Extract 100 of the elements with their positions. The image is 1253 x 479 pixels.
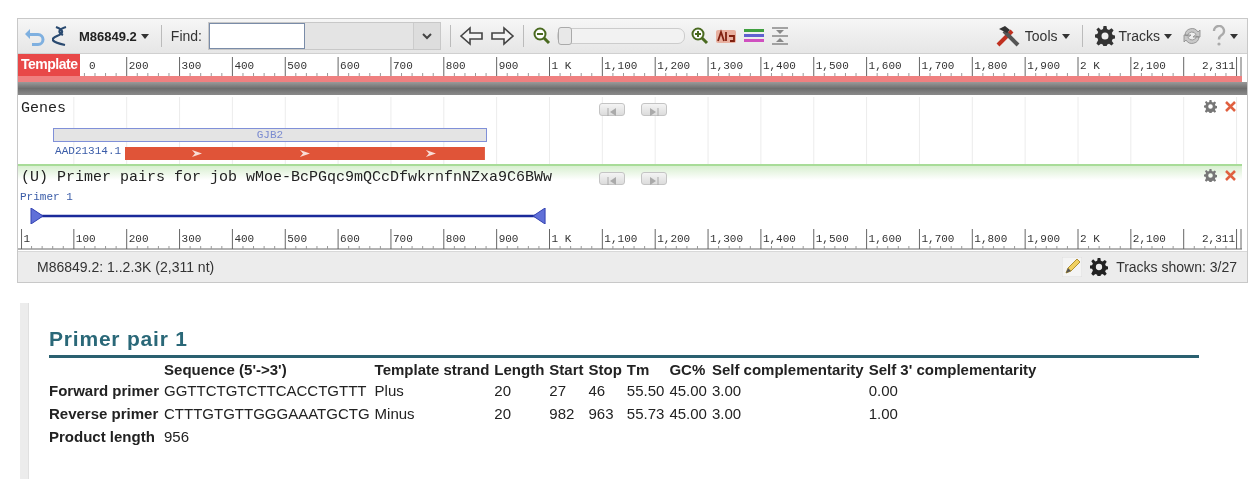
ruler-label: 1,100 — [604, 233, 638, 245]
next-icon — [649, 108, 659, 116]
ruler-label: 900 — [498, 60, 519, 72]
ruler-label: 800 — [445, 60, 466, 72]
table-cell-text: 0.00 — [868, 381, 899, 401]
ruler-label: 1,300 — [710, 60, 744, 72]
pencil-icon[interactable] — [1062, 257, 1083, 277]
previous-icon — [607, 177, 617, 185]
table-cell: GGTTCTGTCTTCACCTGTTT — [164, 379, 375, 402]
table-cell: 27 — [549, 379, 589, 402]
row-label: Forward primer — [49, 379, 165, 402]
column-header: Self 3' complementarity — [868, 360, 1038, 379]
zoom-out-icon[interactable] — [532, 27, 551, 45]
help-icon — [1212, 25, 1226, 47]
row-label: Reverse primer — [49, 402, 165, 425]
feature-label: AAD21314.1 — [55, 145, 122, 157]
ruler-label: 600 — [340, 60, 360, 72]
ruler-label: 1 K — [551, 233, 572, 245]
ruler-label: 500 — [287, 60, 308, 72]
forward-arrow-icon[interactable] — [489, 26, 514, 46]
column-header: Template strand — [374, 360, 491, 379]
zoom-in-icon[interactable] — [690, 27, 709, 45]
ruler-label: 800 — [445, 233, 466, 245]
table-cell: 982 — [549, 402, 589, 425]
ruler-label: 1,500 — [815, 233, 849, 245]
ruler-label: 1,400 — [762, 233, 796, 245]
ruler-label: 700 — [392, 233, 413, 245]
find-label: Find: — [170, 28, 202, 44]
sequence-menu[interactable]: M86849.2 — [76, 26, 152, 46]
sequence-view-icon[interactable] — [714, 27, 737, 45]
table-cell: 55.50 — [626, 379, 670, 402]
ruler-label: 1,700 — [921, 233, 955, 245]
column-header: Stop — [588, 360, 627, 379]
column-header: Self complementarity — [711, 360, 869, 379]
slider-thumb[interactable] — [557, 27, 572, 45]
ruler-label: 100 — [75, 233, 96, 245]
caret-icon — [1164, 33, 1172, 39]
caret-icon — [1230, 33, 1238, 39]
track-title: Genes — [21, 100, 66, 117]
close-icon[interactable] — [1225, 170, 1236, 181]
ruler-label: 1,900 — [1027, 233, 1061, 245]
primer-feature[interactable] — [28, 208, 547, 224]
ruler-label: 400 — [234, 233, 255, 245]
ruler-label: 1,900 — [1027, 60, 1061, 72]
table-cell: 46 — [588, 379, 627, 402]
tools-icon — [994, 25, 1021, 47]
tools-menu[interactable]: Tools — [991, 23, 1073, 49]
ruler-label: 0 — [89, 60, 96, 72]
table-cell-text: 20 — [494, 404, 512, 424]
ruler-label: 600 — [340, 233, 360, 245]
refresh-icon[interactable] — [1181, 25, 1203, 47]
ruler-label: 1 — [23, 233, 31, 245]
table-cell: 3.00 — [711, 379, 869, 402]
gear-icon[interactable] — [1094, 26, 1115, 46]
table-cell-text: 20 — [494, 381, 512, 401]
tracks-menu[interactable]: Tracks — [1091, 24, 1175, 48]
ruler-label: 1,200 — [657, 60, 691, 72]
ruler-label: 2,311 — [1202, 233, 1235, 245]
column-header: GC% — [669, 360, 712, 379]
caret-icon — [140, 33, 149, 39]
caret-icon — [1061, 33, 1070, 39]
alignment-icon[interactable] — [742, 27, 765, 45]
ruler-label: 1,200 — [657, 233, 691, 245]
collapse-icon[interactable] — [770, 27, 789, 45]
tracks-shown-text: Tracks shown: 3/27 — [1116, 259, 1237, 275]
find-field[interactable] — [207, 22, 441, 50]
track-title: (U) Primer pairs for job wMoe-BcPGqc9mQCcDfwkrnfnNZxa9C6BWw — [21, 169, 553, 186]
ruler-label: 300 — [181, 233, 202, 245]
close-icon[interactable] — [1225, 101, 1236, 112]
table-cell: 963 — [588, 402, 627, 425]
table-cell: 3.00 — [711, 402, 869, 425]
column-header: Sequence (5'->3') — [164, 360, 375, 379]
ruler-label: 1,400 — [762, 60, 796, 72]
ruler-label: 1,600 — [868, 233, 902, 245]
template-label: Template — [18, 54, 81, 76]
ruler-label: 2,100 — [1132, 233, 1166, 245]
ruler-label: 1,800 — [974, 233, 1008, 245]
ruler-label: 2,100 — [1132, 60, 1166, 72]
location-text: M86849.2: 1..2.3K (2,311 nt) — [37, 259, 215, 275]
table-cell: CTTTGTGTTGGGAAATGCTG — [164, 402, 375, 425]
gear-icon[interactable] — [1090, 258, 1109, 276]
ruler-label: 500 — [287, 233, 308, 245]
ruler-label: 400 — [234, 60, 255, 72]
feature-label: Primer 1 — [20, 191, 73, 203]
table-cell: 55.73 — [626, 402, 670, 425]
table-cell: 45.00 — [669, 379, 712, 402]
chevron-icon — [421, 32, 432, 40]
previous-icon — [607, 108, 617, 116]
ruler-label: 300 — [181, 60, 202, 72]
table-cell: 45.00 — [669, 402, 712, 425]
ruler-label: 2 K — [1080, 60, 1100, 72]
column-header: Tm — [626, 360, 651, 379]
back-arrow-icon[interactable] — [459, 26, 484, 46]
table-cell-text: Plus — [374, 381, 405, 401]
ruler-label: 1,600 — [868, 60, 902, 72]
zoom-slider[interactable] — [556, 28, 685, 44]
ruler-label: 1,500 — [815, 60, 849, 72]
ruler-label: 2 K — [1080, 233, 1100, 245]
ruler-label: 1 K — [551, 60, 572, 72]
ruler-label: 900 — [498, 233, 519, 245]
